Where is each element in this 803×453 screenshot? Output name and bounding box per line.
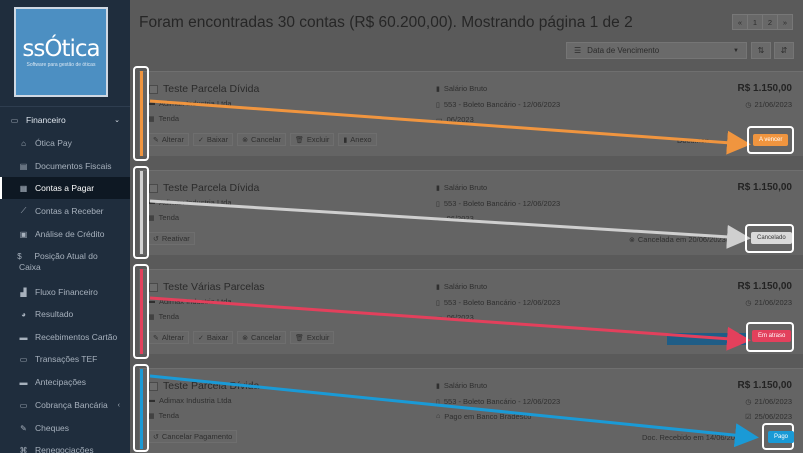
status-badge: Cancelado	[751, 232, 792, 244]
status-badge: Pago	[768, 431, 795, 443]
highlight-frame-status: Cancelado	[745, 224, 794, 253]
status-badge: Em atraso	[752, 330, 792, 342]
highlight-frame-status: A vencer	[747, 126, 794, 154]
arrow-gray	[149, 199, 751, 249]
annotation-arrows	[149, 99, 759, 448]
arrow-orange	[149, 99, 751, 155]
arrow-red	[149, 296, 751, 351]
highlight-frame-status: Em atraso	[746, 322, 794, 352]
arrow-blue	[149, 374, 759, 448]
highlight-frame-status: Pago	[762, 423, 795, 450]
status-badge: A vencer	[753, 134, 789, 146]
